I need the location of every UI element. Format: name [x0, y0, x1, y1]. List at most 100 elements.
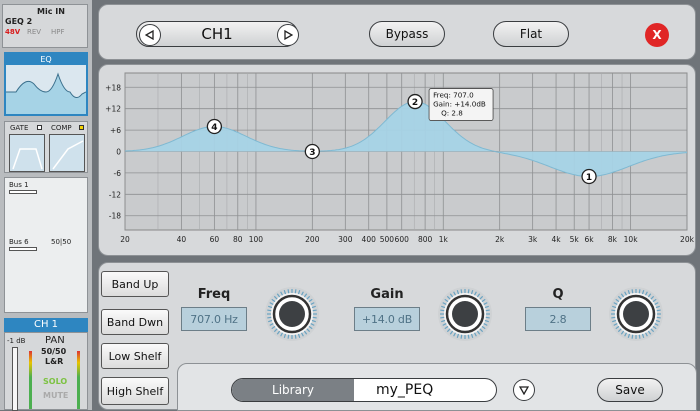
bypass-button[interactable]: Bypass — [369, 21, 445, 47]
comp-indicator[interactable] — [79, 125, 84, 130]
dial-tick — [311, 305, 316, 309]
dial-tick — [449, 293, 454, 298]
channel-fader-section: -1 dB PAN 50/50 L&R SOLO MUTE — [4, 332, 88, 411]
x-tick-label: 500 — [380, 235, 395, 244]
dial-tick — [484, 305, 489, 309]
solo-button[interactable]: SOLO — [43, 377, 67, 386]
dial-tick — [440, 316, 445, 319]
channel-fader[interactable] — [12, 347, 18, 411]
dial-tick — [460, 334, 463, 339]
preset-name: my_PEQ — [376, 382, 434, 398]
dial-tick — [650, 328, 655, 333]
prev-channel-button[interactable] — [139, 24, 161, 46]
phantom-power-label[interactable]: 48V — [5, 28, 20, 36]
bus1-label: Bus 1 — [9, 181, 29, 189]
geq-label: GEQ 2 — [5, 17, 33, 26]
bus-sends[interactable]: Bus 1 Bus 6 50|50 — [4, 177, 88, 313]
eq-thumbnail[interactable]: EQ — [4, 52, 88, 116]
dial-tick — [631, 334, 634, 339]
dial-tick — [641, 290, 645, 295]
low-shelf-button[interactable]: Low Shelf — [101, 343, 169, 369]
input-section[interactable]: Mic IN GEQ 2 48V REV HPF — [2, 4, 88, 48]
rev-label[interactable]: REV — [27, 28, 41, 36]
dial-cap — [452, 301, 478, 327]
y-tick-label: -6 — [114, 169, 122, 178]
bus1-level-bar[interactable] — [9, 190, 37, 194]
dial-tick — [441, 305, 446, 309]
mute-button[interactable]: MUTE — [43, 391, 68, 400]
q-value-field[interactable]: 2.8 — [525, 307, 591, 331]
dial-tick — [656, 316, 661, 319]
dial-tick — [297, 333, 301, 338]
dial-tick — [483, 322, 488, 326]
dial-tick — [442, 302, 447, 306]
dial-tick — [271, 325, 276, 330]
library-tab[interactable]: Library — [232, 379, 354, 401]
dial-tick — [456, 333, 460, 338]
channel-strip: Mic IN GEQ 2 48V REV HPF EQ GATE COMP Bu… — [0, 0, 92, 411]
gate-indicator[interactable] — [37, 125, 42, 130]
gain-value-field[interactable]: +14.0 dB — [354, 307, 420, 331]
triangle-left-icon — [145, 30, 154, 40]
q-knob[interactable] — [609, 287, 663, 341]
high-shelf-button[interactable]: High Shelf — [101, 377, 169, 405]
dial-cap — [623, 301, 649, 327]
gain-knob[interactable] — [438, 287, 492, 341]
band-up-button[interactable]: Band Up — [101, 271, 169, 297]
dial-tick — [650, 295, 655, 300]
dial-tick — [613, 302, 618, 306]
dial-tick — [647, 293, 652, 298]
band-down-button[interactable]: Band Dwn — [101, 309, 169, 335]
x-tick-label: 60 — [210, 235, 220, 244]
x-tick-label: 10k — [624, 235, 639, 244]
q-dial-icon — [611, 289, 661, 339]
eq-mini-curve-icon — [6, 72, 86, 114]
band-handle-label: 2 — [412, 98, 418, 108]
band-handle-label: 4 — [211, 123, 217, 133]
y-tick-label: +12 — [105, 105, 121, 114]
dial-tick — [656, 309, 661, 312]
flat-button[interactable]: Flat — [493, 21, 569, 47]
controls-panel: Band Up Band Dwn Low Shelf High Shelf Fr… — [98, 262, 697, 411]
y-tick-label: 0 — [116, 148, 121, 157]
dial-tick — [473, 332, 477, 337]
meter-right — [77, 351, 80, 409]
save-button[interactable]: Save — [597, 378, 663, 402]
dial-tick — [617, 295, 622, 300]
close-button[interactable]: X — [645, 23, 669, 47]
dial-tick — [655, 319, 660, 323]
y-tick-label: +18 — [105, 83, 121, 92]
dial-tick — [476, 330, 481, 335]
dial-tick — [287, 334, 290, 339]
dial-tick — [300, 291, 304, 296]
dial-tick — [613, 322, 618, 326]
dial-tick — [311, 319, 316, 323]
dial-tick — [303, 293, 308, 298]
dial-tick — [273, 295, 278, 300]
dial-tick — [654, 322, 659, 326]
dial-tick — [280, 332, 284, 337]
dial-tick — [287, 289, 290, 294]
hpf-label[interactable]: HPF — [51, 28, 65, 36]
y-tick-label: +6 — [110, 126, 121, 135]
dynamics-section[interactable]: GATE COMP — [4, 121, 88, 173]
x-tick-label: 800 — [418, 235, 433, 244]
eq-response-graph[interactable]: 20 40 60 80 100 200 300 400 500 600 800 1k 2k 3k 4k 5k 6… — [99, 65, 695, 255]
x-tick-label: 1k — [439, 235, 449, 244]
dial-tick — [269, 322, 274, 326]
dial-tick — [310, 322, 315, 326]
channel-name: CH1 — [201, 25, 233, 43]
next-channel-button[interactable] — [277, 24, 299, 46]
freq-knob[interactable] — [265, 287, 319, 341]
dial-tick — [620, 293, 625, 298]
preset-dropdown-button[interactable] — [513, 379, 535, 401]
dial-tick — [446, 295, 451, 300]
bus6-level-bar[interactable] — [9, 247, 37, 251]
library-selector[interactable]: Library my_PEQ — [231, 378, 497, 402]
dial-tick — [641, 333, 645, 338]
dial-tick — [268, 319, 273, 323]
freq-value-field[interactable]: 707.0 Hz — [181, 307, 247, 331]
freq-label: Freq — [197, 287, 231, 302]
dial-tick — [627, 333, 631, 338]
x-tick-label: 3k — [528, 235, 538, 244]
